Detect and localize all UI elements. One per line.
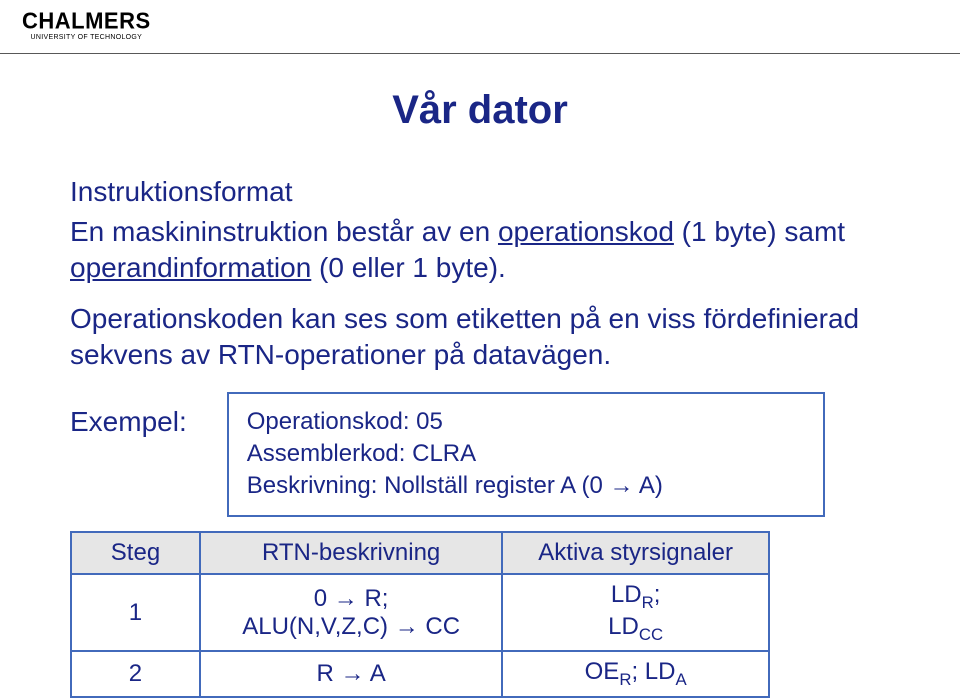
opcode-line-2: Assemblerkod: CLRA (247, 438, 807, 470)
table-row: 2 R → A OER; LDA (71, 651, 769, 697)
example-row: Exempel: Operationskod: 05 Assemblerkod:… (70, 392, 890, 517)
th-steg: Steg (71, 532, 200, 574)
p1-operandinformation: operandinformation (70, 252, 311, 283)
p1-operationskod: operationskod (498, 216, 674, 247)
sig2-oer-sub: R (619, 670, 631, 689)
paragraph-2: Operationskoden kan ses som etiketten på… (70, 301, 890, 374)
logo-main-text: CHALMERS (22, 9, 151, 32)
cell-step-2: 2 (71, 651, 200, 697)
chalmers-logo: CHALMERS UNIVERSITY OF TECHNOLOGY (22, 10, 151, 41)
table-row: 1 0 → R; ALU(N,V,Z,C) → CC LDR; LDCC (71, 574, 769, 652)
sig2-oer: OE (585, 658, 620, 685)
slide-title: Vår dator (0, 88, 960, 133)
slide: CHALMERS UNIVERSITY OF TECHNOLOGY Vår da… (0, 0, 960, 690)
cell-rtn-1: 0 → R; ALU(N,V,Z,C) → CC (200, 574, 502, 652)
cell-rtn-2: R → A (200, 651, 502, 697)
sig1-ldcc: LD (608, 613, 639, 640)
rtn-table: Steg RTN-beskrivning Aktiva styrsignaler… (70, 531, 770, 698)
p1-text-d: (0 eller 1 byte). (311, 252, 506, 283)
p1-text-a: En maskininstruktion består av en (70, 216, 498, 247)
cell-sig-2: OER; LDA (502, 651, 769, 697)
example-label: Exempel: (70, 392, 187, 438)
sig1-ldr-sub: R (642, 593, 654, 612)
sig1-semi: ; (654, 581, 661, 608)
sig2-mid: ; LD (631, 658, 675, 685)
rtn1-line-b: ALU(N,V,Z,C) → CC (242, 613, 460, 640)
sig1-ldcc-sub: CC (639, 624, 663, 643)
th-signaler: Aktiva styrsignaler (502, 532, 769, 574)
cell-step-1: 1 (71, 574, 200, 652)
sig1-ldr: LD (611, 581, 642, 608)
paragraph-1: En maskininstruktion består av en operat… (70, 214, 890, 287)
slide-body: Instruktionsformat En maskininstruktion … (70, 176, 890, 698)
sig2-lda-sub: A (675, 670, 686, 689)
sub-heading: Instruktionsformat (70, 176, 890, 208)
rtn1-line-a: 0 → R; (314, 585, 389, 612)
p1-text-b: (1 byte) samt (674, 216, 845, 247)
header-divider (0, 53, 960, 54)
table-header-row: Steg RTN-beskrivning Aktiva styrsignaler (71, 532, 769, 574)
opcode-box: Operationskod: 05 Assemblerkod: CLRA Bes… (227, 392, 825, 517)
opcode-line-3: Beskrivning: Nollställ register A (0 → A… (247, 470, 807, 502)
th-rtn: RTN-beskrivning (200, 532, 502, 574)
logo-sub-text: UNIVERSITY OF TECHNOLOGY (22, 34, 151, 41)
opcode-line-1: Operationskod: 05 (247, 406, 807, 438)
cell-sig-1: LDR; LDCC (502, 574, 769, 652)
